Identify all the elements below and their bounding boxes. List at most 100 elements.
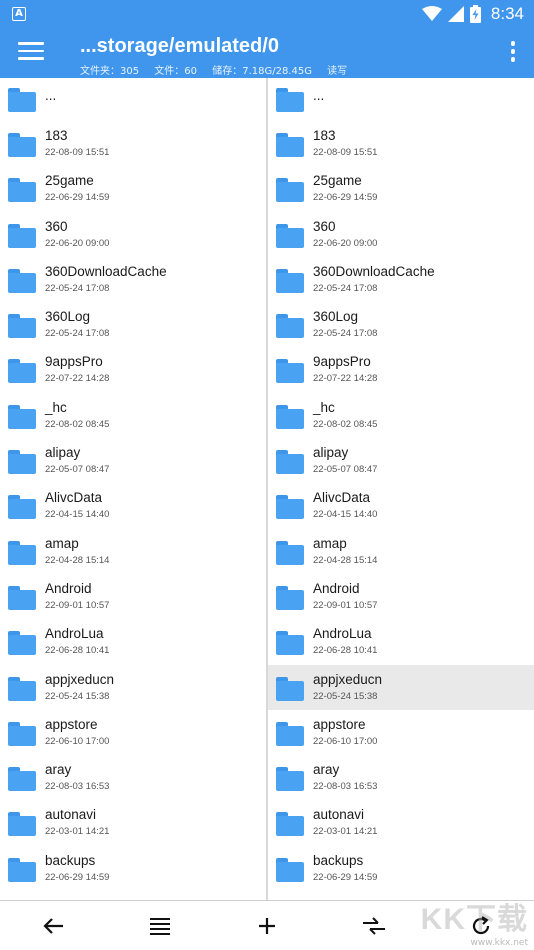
folder-icon [8, 812, 36, 837]
app-bar: ...storage/emulated/0 文件夹：305 文件：60 储存：7… [0, 28, 534, 78]
folder-icon [8, 88, 36, 112]
folder-date: 22-05-07 08:47 [45, 464, 110, 476]
file-count: 文件：60 [154, 66, 198, 77]
folder-item[interactable]: autonavi 22-03-01 14:21 [0, 800, 266, 845]
refresh-icon [472, 916, 490, 935]
storage-info: 文件夹：305 文件：60 储存：7.18G/28.45G 读写 [80, 62, 359, 77]
folder-name: 9appsPro [45, 354, 103, 370]
folder-item[interactable]: amap 22-04-28 15:14 [268, 529, 534, 574]
folder-name: aray [313, 762, 340, 778]
folder-date: 22-08-02 08:45 [45, 418, 110, 430]
folder-item[interactable]: backups 22-06-29 14:59 [268, 846, 534, 891]
folder-icon [276, 359, 304, 384]
battery-charging-icon [469, 5, 481, 23]
folder-name: 25game [313, 173, 362, 189]
folder-item[interactable]: Android 22-09-01 10:57 [0, 574, 266, 619]
folder-date: 22-07-22 14:28 [313, 373, 378, 385]
folder-item[interactable]: autonavi 22-03-01 14:21 [268, 800, 534, 845]
folder-icon [8, 495, 36, 520]
parent-directory-item[interactable]: ... [0, 78, 266, 121]
folder-name: _hc [45, 399, 67, 415]
folder-icon [276, 450, 304, 475]
refresh-button[interactable] [451, 901, 511, 950]
folder-item[interactable]: 9appsPro 22-07-22 14:28 [0, 347, 266, 392]
folder-item[interactable]: appstore 22-06-10 17:00 [0, 710, 266, 755]
folder-item[interactable]: aray 22-08-03 16:53 [0, 755, 266, 800]
folder-item[interactable]: _hc 22-08-02 08:45 [268, 393, 534, 438]
folder-item[interactable]: 183 22-08-09 15:51 [268, 121, 534, 166]
folder-name: ... [313, 88, 325, 103]
folder-item[interactable]: 360 22-06-20 09:00 [0, 212, 266, 257]
folder-date: 22-06-10 17:00 [313, 735, 378, 747]
folder-item[interactable]: amap 22-04-28 15:14 [0, 529, 266, 574]
folder-item[interactable]: appjxeducn 22-05-24 15:38 [0, 665, 266, 710]
folder-item[interactable]: 360DownloadCache 22-05-24 17:08 [268, 257, 534, 302]
swap-panes-button[interactable] [344, 901, 404, 950]
folder-item[interactable]: AndroLua 22-06-28 10:41 [0, 619, 266, 664]
folder-item[interactable]: 360DownloadCache 22-05-24 17:08 [0, 257, 266, 302]
folder-icon [276, 812, 304, 837]
folder-item[interactable]: aray 22-08-03 16:53 [268, 755, 534, 800]
wifi-icon [421, 6, 442, 21]
folder-name: 360Log [45, 309, 91, 325]
folder-item[interactable]: 183 22-08-09 15:51 [0, 121, 266, 166]
folder-icon [276, 585, 304, 610]
folder-date: 22-06-29 14:59 [45, 871, 110, 883]
folder-name: 25game [45, 173, 94, 189]
folder-item[interactable]: alipay 22-05-07 08:47 [0, 438, 266, 483]
left-file-pane[interactable]: ... 183 22-08-09 15:51 25game 22-06-29 14:59… [0, 78, 266, 900]
folder-date: 22-06-29 14:59 [313, 192, 378, 204]
folder-name: 360 [313, 218, 336, 234]
back-button[interactable] [23, 901, 83, 950]
folder-icon [276, 268, 304, 293]
folder-item[interactable]: appstore 22-06-10 17:00 [268, 710, 534, 755]
folder-item[interactable]: AlivcData 22-04-15 14:40 [268, 483, 534, 528]
folder-item[interactable]: 25game 22-06-29 14:59 [268, 166, 534, 211]
add-button[interactable] [237, 901, 297, 950]
folder-item[interactable]: 360Log 22-05-24 17:08 [0, 302, 266, 347]
folder-date: 22-04-15 14:40 [45, 509, 110, 521]
folder-date: 22-06-20 09:00 [45, 237, 110, 249]
folder-item[interactable]: AndroLua 22-06-28 10:41 [268, 619, 534, 664]
status-bar: A 8:34 [0, 0, 534, 28]
folder-name: 360Log [313, 309, 359, 325]
folder-name: Android [45, 580, 92, 596]
folder-name: autonavi [45, 807, 97, 823]
folder-item[interactable]: 9appsPro 22-07-22 14:28 [268, 347, 534, 392]
clock: 8:34 [490, 4, 524, 23]
parent-directory-item[interactable]: ... [268, 78, 534, 121]
folder-name: appjxeducn [45, 671, 115, 687]
folder-item[interactable]: alipay 22-05-07 08:47 [268, 438, 534, 483]
storage-usage: 储存：7.18G/28.45G [212, 66, 312, 77]
folder-date: 22-05-24 17:08 [313, 328, 378, 340]
right-file-pane[interactable]: ... 183 22-08-09 15:51 25game 22-06-29 14:59… [268, 78, 534, 900]
folder-item[interactable]: AlivcData 22-04-15 14:40 [0, 483, 266, 528]
folder-icon [276, 223, 304, 248]
folder-name: appstore [45, 716, 98, 732]
folder-icon [276, 631, 304, 656]
folder-item[interactable]: _hc 22-08-02 08:45 [0, 393, 266, 438]
folder-date: 22-06-28 10:41 [313, 645, 378, 657]
folder-item[interactable]: 360Log 22-05-24 17:08 [268, 302, 534, 347]
folder-date: 22-08-09 15:51 [313, 147, 378, 158]
folder-name: 183 [45, 128, 68, 143]
folder-item[interactable]: backups 22-06-29 14:59 [0, 846, 266, 891]
more-options-icon[interactable] [510, 41, 516, 65]
path-title: ...storage/emulated/0 [80, 35, 279, 57]
folder-icon [8, 721, 36, 746]
folder-date: 22-07-22 14:28 [45, 373, 110, 385]
folder-item[interactable]: Android 22-09-01 10:57 [268, 574, 534, 619]
folder-date: 22-05-24 17:08 [313, 282, 378, 294]
folder-date: 22-04-15 14:40 [313, 509, 378, 521]
list-view-button[interactable] [130, 901, 190, 950]
folder-icon [8, 540, 36, 565]
folder-item[interactable]: 25game 22-06-29 14:59 [0, 166, 266, 211]
folder-icon [276, 857, 304, 882]
folder-date: 22-06-20 09:00 [313, 237, 378, 249]
folder-item[interactable]: 360 22-06-20 09:00 [268, 212, 534, 257]
folder-icon [276, 495, 304, 520]
folder-item[interactable]: appjxeducn 22-05-24 15:38 [268, 664, 534, 710]
folder-date: 22-03-01 14:21 [45, 826, 110, 838]
folder-date: 22-06-10 17:00 [45, 735, 110, 747]
menu-icon[interactable] [18, 42, 44, 64]
